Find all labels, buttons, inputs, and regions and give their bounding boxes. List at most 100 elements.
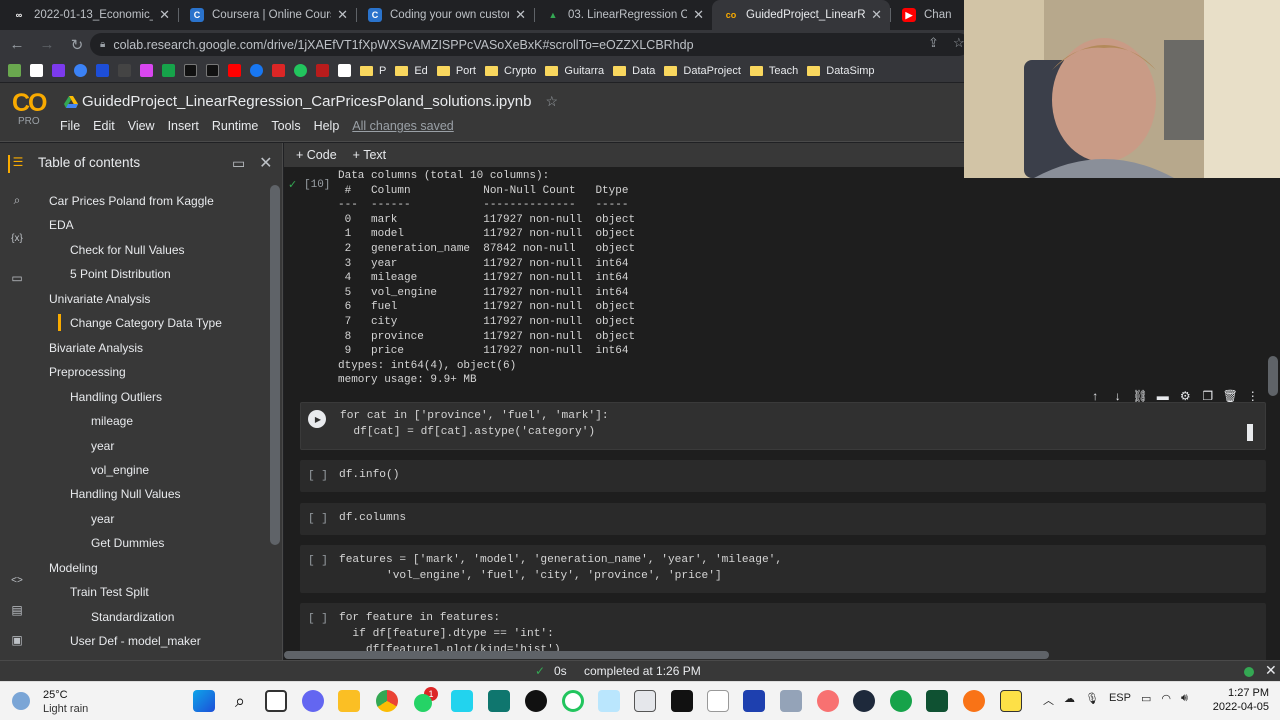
delete-icon[interactable]: 🗑︎	[1219, 389, 1242, 403]
wifi-icon[interactable]: ◠	[1161, 692, 1171, 708]
app-icon[interactable]	[488, 690, 510, 712]
cell-scrollbar[interactable]	[1247, 424, 1253, 441]
mirror-cell-icon[interactable]: ❐	[1197, 389, 1220, 403]
app-icon[interactable]	[1000, 690, 1022, 712]
browser-tab[interactable]: ∞ 2022-01-13_Economic_Ana ✕	[0, 0, 178, 30]
toc-item[interactable]: User Def - model_maker	[70, 634, 201, 648]
command-palette-icon[interactable]: ▤	[8, 603, 26, 621]
reload-icon[interactable]: ↻	[64, 36, 90, 54]
bookmark-favicon-icon[interactable]	[8, 64, 21, 77]
close-icon[interactable]: ✕	[259, 155, 272, 172]
toc-item[interactable]: Bivariate Analysis	[49, 341, 143, 355]
toc-item[interactable]: year	[91, 439, 114, 453]
bookmark-favicon-icon[interactable]	[184, 64, 197, 77]
menu-view[interactable]: View	[128, 119, 155, 133]
bookmark-favicon-icon[interactable]	[338, 64, 351, 77]
run-cell-bracket[interactable]: [ ]	[308, 613, 328, 625]
share-icon[interactable]: ⇪	[928, 35, 939, 51]
close-tab-icon[interactable]: ✕	[159, 7, 170, 23]
variables-icon[interactable]: {x}	[8, 233, 26, 251]
browser-tab[interactable]: co GuidedProject_LinearRegre ✕	[712, 0, 890, 30]
bookmark-star-icon[interactable]: ☆	[953, 35, 965, 51]
comment-icon[interactable]: ▬	[1152, 389, 1175, 403]
bookmark-folder-crypto[interactable]: Crypto	[485, 65, 536, 77]
address-bar[interactable]: 🔒︎ colab.research.google.com/drive/1jXAE…	[90, 33, 970, 56]
snipping-tool-icon[interactable]	[634, 690, 656, 712]
notebook-scrollbar[interactable]	[1268, 356, 1278, 396]
cloud-icon[interactable]: ☁	[1064, 692, 1075, 708]
toc-item[interactable]: Change Category Data Type	[58, 314, 222, 332]
toc-item[interactable]: Get Dummies	[91, 536, 164, 550]
toc-item[interactable]: 5 Point Distribution	[70, 267, 171, 281]
close-tab-icon[interactable]: ✕	[515, 7, 526, 23]
bookmark-folder-p[interactable]: P	[360, 65, 386, 77]
browser-tab[interactable]: ▶ Channel con	[890, 0, 960, 30]
language-indicator[interactable]: ESP	[1109, 692, 1131, 708]
code-cell[interactable]: [ ] df.info()	[300, 460, 1266, 492]
bookmark-folder-port[interactable]: Port	[436, 65, 476, 77]
whatsapp-icon[interactable]	[414, 694, 432, 712]
weather-widget[interactable]: 25°C Light rain	[12, 688, 122, 716]
add-code-button[interactable]: + Code	[296, 148, 337, 162]
run-cell-bracket[interactable]: [ ]	[308, 470, 328, 482]
bookmark-folder-dataproject[interactable]: DataProject	[664, 65, 741, 77]
toc-item[interactable]: Handling Null Values	[70, 487, 181, 501]
toc-icon[interactable]: ☰	[8, 155, 26, 173]
code-cell[interactable]: [ ] features = ['mark', 'model', 'genera…	[300, 545, 1266, 593]
menu-runtime[interactable]: Runtime	[212, 119, 259, 133]
colab-logo[interactable]: CO PRO	[12, 91, 48, 131]
app-icon[interactable]	[598, 690, 620, 712]
bookmark-favicon-icon[interactable]	[228, 64, 241, 77]
monitor-icon[interactable]: ▭	[1141, 692, 1151, 708]
bookmark-folder-ed[interactable]: Ed	[395, 65, 428, 77]
close-tab-icon[interactable]: ✕	[871, 7, 882, 23]
volume-icon[interactable]: 🔊︎	[1181, 692, 1188, 708]
cell-code[interactable]: features = ['mark', 'model', 'generation…	[339, 552, 782, 584]
forward-arrow-icon[interactable]: →	[34, 36, 60, 53]
task-view-icon[interactable]	[265, 690, 287, 712]
microphone-icon[interactable]: 🎙︎	[1085, 692, 1099, 708]
steam-icon[interactable]	[853, 690, 875, 712]
move-up-icon[interactable]: ↑	[1084, 389, 1107, 403]
bookmark-favicon-icon[interactable]	[250, 64, 263, 77]
files-icon[interactable]: ▭	[8, 271, 26, 289]
bookmark-favicon-icon[interactable]	[316, 64, 329, 77]
app-icon[interactable]	[926, 690, 948, 712]
bookmark-favicon-icon[interactable]	[96, 64, 109, 77]
cell-code[interactable]: df.columns	[339, 510, 406, 526]
toc-item[interactable]: Preprocessing	[49, 365, 126, 379]
menu-file[interactable]: File	[60, 119, 80, 133]
back-arrow-icon[interactable]: ←	[4, 36, 30, 53]
completion-message[interactable]: completed at 1:26 PM	[584, 664, 701, 678]
bookmark-folder-data[interactable]: Data	[613, 65, 655, 77]
horizontal-scrollbar[interactable]	[284, 651, 1049, 659]
bookmark-folder-guitarra[interactable]: Guitarra	[545, 65, 604, 77]
bookmark-folder-datasimp[interactable]: DataSimp	[807, 65, 875, 77]
more-vert-icon[interactable]: ⋮	[1242, 389, 1265, 403]
browser-tab[interactable]: C Coding your own custom D ✕	[356, 0, 534, 30]
toc-item[interactable]: EDA	[49, 218, 74, 232]
code-snippets-icon[interactable]: <>	[8, 575, 26, 593]
chevron-up-icon[interactable]: ︿	[1043, 692, 1054, 708]
file-explorer-icon[interactable]	[338, 690, 360, 712]
toc-item[interactable]: year	[91, 512, 114, 526]
chrome-icon[interactable]	[376, 690, 398, 712]
toc-item[interactable]: Standardization	[91, 610, 174, 624]
close-tab-icon[interactable]: ✕	[693, 7, 704, 23]
close-tab-icon[interactable]: ✕	[337, 7, 348, 23]
toc-item[interactable]: Check for Null Values	[70, 243, 185, 257]
app-icon[interactable]	[562, 690, 584, 712]
run-cell-bracket[interactable]: [ ]	[308, 513, 328, 525]
star-icon[interactable]: ☆	[545, 93, 558, 110]
notebook-title[interactable]: GuidedProject_LinearRegression_CarPrices…	[64, 93, 558, 110]
cell-code[interactable]: df.info()	[339, 467, 399, 483]
teams-chat-icon[interactable]	[302, 690, 324, 712]
add-text-button[interactable]: + Text	[353, 148, 386, 162]
toc-item[interactable]: vol_engine	[91, 463, 149, 477]
bookmark-favicon-icon[interactable]	[162, 64, 175, 77]
settings-gear-icon[interactable]: ⚙	[1174, 389, 1197, 403]
toc-item[interactable]: Univariate Analysis	[49, 292, 150, 306]
link-icon[interactable]: ⛓	[1129, 389, 1152, 403]
toc-item[interactable]: Handling Outliers	[70, 390, 162, 404]
clock[interactable]: 1:27 PM 2022-04-05	[1201, 686, 1269, 714]
